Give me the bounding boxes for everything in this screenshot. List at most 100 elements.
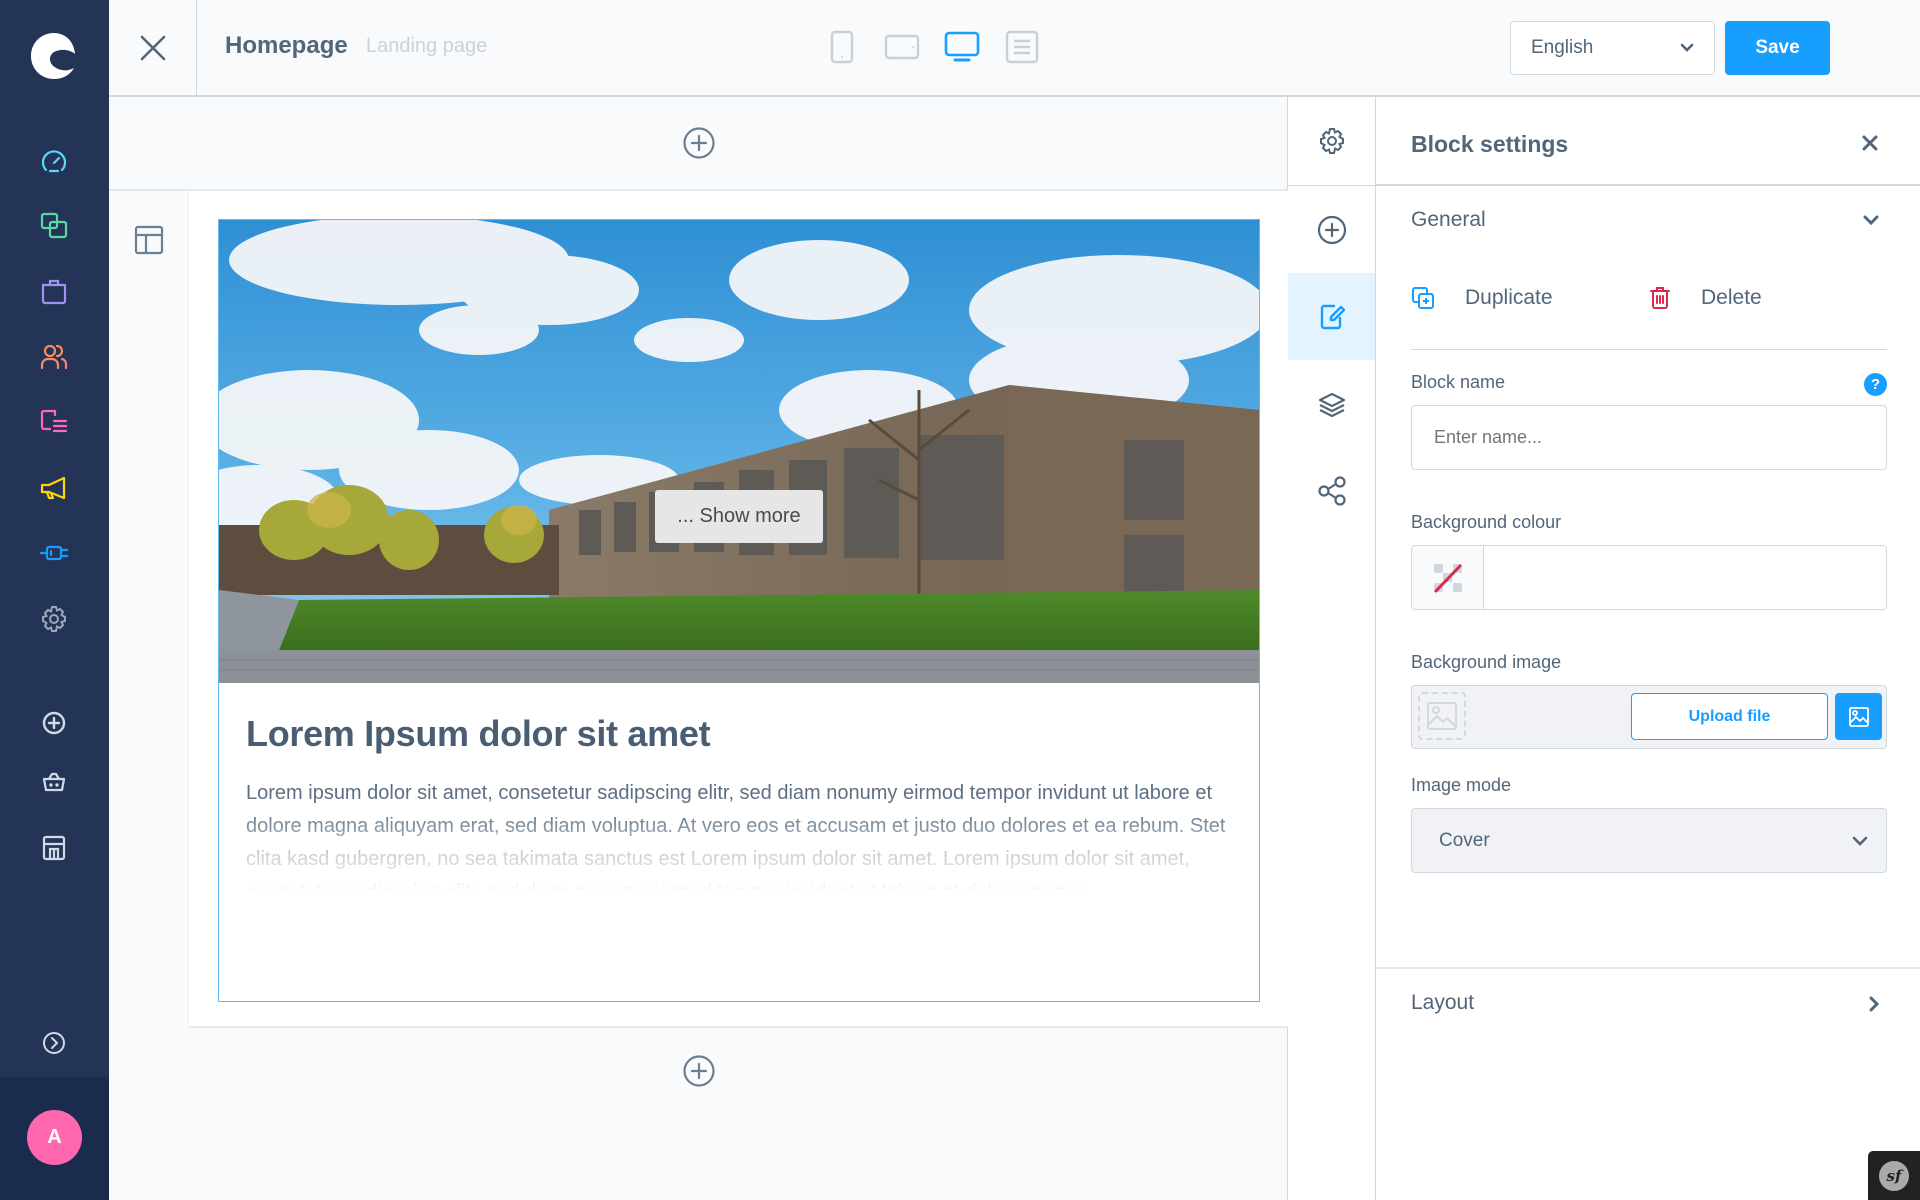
settings-icon[interactable] — [39, 604, 69, 634]
editor-canvas: Lorem Ipsum dolor sit amet Lorem ipsum d… — [109, 97, 1288, 1200]
dashboard-icon[interactable] — [39, 146, 69, 176]
edit-icon — [1320, 304, 1345, 329]
tool-block-settings[interactable] — [1288, 273, 1375, 360]
image-mode-value: Cover — [1439, 829, 1490, 851]
upload-file-button[interactable]: Upload file — [1631, 693, 1828, 740]
language-select[interactable]: English — [1510, 21, 1715, 75]
show-more-button[interactable]: ... Show more — [655, 490, 823, 543]
form-view-button[interactable] — [1004, 28, 1040, 66]
plus-circle-icon — [1317, 215, 1346, 244]
products-icon[interactable] — [39, 211, 69, 241]
general-section-label: General — [1411, 208, 1486, 231]
block-text: Lorem ipsum dolor sit amet, consetetur s… — [246, 777, 1232, 889]
tool-share[interactable] — [1288, 447, 1375, 534]
help-icon[interactable]: ? — [1864, 373, 1887, 396]
close-panel-button[interactable] — [1860, 133, 1880, 153]
delete-button[interactable]: Delete — [1649, 286, 1762, 310]
block-content: Lorem Ipsum dolor sit amet Lorem ipsum d… — [246, 683, 1232, 889]
form-icon — [1005, 30, 1039, 64]
desktop-icon — [944, 31, 980, 62]
device-switcher — [824, 28, 1040, 66]
layout-section-label: Layout — [1411, 991, 1475, 1014]
layout-icon — [134, 225, 164, 255]
image-placeholder-icon — [1427, 702, 1457, 730]
users-icon[interactable] — [39, 342, 69, 372]
block-actions: Duplicate Delete — [1411, 261, 1887, 350]
tablet-icon — [884, 34, 920, 60]
duplicate-icon — [1412, 287, 1434, 309]
language-value: English — [1531, 37, 1594, 58]
symfony-icon: sf — [1879, 1160, 1909, 1191]
shopping-bag-icon[interactable] — [39, 276, 69, 306]
tool-add-block[interactable] — [1288, 186, 1375, 273]
no-colour-icon — [1433, 563, 1462, 592]
colour-value-input[interactable] — [1484, 546, 1886, 609]
tablet-view-button[interactable] — [884, 28, 920, 66]
symfony-toolbar-button[interactable]: sf — [1868, 1151, 1920, 1200]
plug-icon[interactable] — [39, 538, 69, 568]
desktop-view-button[interactable] — [944, 28, 980, 66]
section-layout-button[interactable] — [134, 225, 164, 260]
text-image-block[interactable]: Lorem Ipsum dolor sit amet Lorem ipsum d… — [218, 219, 1260, 1002]
add-section-above[interactable] — [109, 97, 1288, 191]
trash-icon — [1650, 287, 1670, 309]
page-type: Landing page — [366, 35, 488, 57]
basket-icon[interactable] — [39, 768, 69, 798]
storefront-icon[interactable] — [39, 833, 69, 863]
content-icon[interactable] — [39, 407, 69, 437]
chevron-right-icon — [1869, 996, 1880, 1012]
image-mode-label: Image mode — [1411, 775, 1512, 795]
mobile-icon — [830, 30, 854, 64]
close-icon — [1862, 135, 1878, 151]
tool-layers[interactable] — [1288, 360, 1375, 447]
save-button[interactable]: Save — [1725, 21, 1830, 75]
open-media-library-button[interactable] — [1835, 693, 1882, 740]
expand-sidebar-icon[interactable] — [39, 1028, 69, 1058]
avatar[interactable]: A — [27, 1110, 82, 1165]
add-section-below[interactable] — [109, 1030, 1288, 1112]
block-name-input[interactable] — [1411, 405, 1887, 470]
block-name-field: Block name ? — [1411, 372, 1887, 470]
editor-topbar: Homepage Landing page English Save — [109, 0, 1920, 97]
panel-header: Block settings — [1376, 97, 1920, 186]
close-icon — [140, 35, 165, 60]
background-image-field: Background image Upload file — [1411, 652, 1887, 749]
close-editor-button[interactable] — [109, 0, 197, 95]
colour-picker-button[interactable] — [1412, 546, 1484, 609]
tool-page-settings[interactable] — [1288, 97, 1375, 186]
sidebar-tool-rail — [1288, 97, 1376, 1200]
delete-label: Delete — [1701, 286, 1762, 309]
block-heading: Lorem Ipsum dolor sit amet — [246, 713, 711, 754]
general-section-toggle[interactable]: General — [1376, 186, 1920, 261]
page-title: Homepage — [225, 32, 348, 59]
image-mode-field: Image mode Cover — [1411, 775, 1887, 873]
building-photo — [219, 220, 1259, 683]
mobile-view-button[interactable] — [824, 28, 860, 66]
hero-image — [219, 220, 1259, 683]
duplicate-button[interactable]: Duplicate — [1411, 286, 1553, 310]
chevron-down-icon — [1863, 215, 1879, 226]
user-area: A — [0, 1077, 109, 1200]
layers-icon — [1318, 392, 1345, 417]
chevron-down-icon — [1852, 836, 1868, 846]
layout-section-toggle[interactable]: Layout — [1376, 967, 1920, 1042]
shopware-logo[interactable] — [28, 30, 80, 82]
megaphone-icon[interactable] — [39, 473, 69, 503]
background-colour-label: Background colour — [1411, 512, 1562, 532]
page-section: Lorem Ipsum dolor sit amet Lorem ipsum d… — [109, 191, 1288, 1028]
background-colour-field: Background colour — [1411, 512, 1887, 610]
add-sales-channel-icon[interactable] — [39, 708, 69, 738]
section-settings-rail — [109, 191, 189, 1028]
background-colour-input — [1411, 545, 1887, 610]
block-name-label: Block name — [1411, 372, 1506, 392]
background-image-label: Background image — [1411, 652, 1562, 672]
image-mode-select[interactable]: Cover — [1411, 808, 1887, 873]
share-icon — [1317, 475, 1346, 506]
avatar-initial: A — [47, 1126, 62, 1148]
media-upload: Upload file — [1411, 685, 1887, 749]
duplicate-label: Duplicate — [1465, 286, 1553, 309]
gear-icon — [1319, 128, 1344, 154]
chevron-down-icon — [1680, 43, 1694, 52]
plus-circle-icon — [682, 127, 715, 159]
image-placeholder — [1418, 692, 1466, 740]
